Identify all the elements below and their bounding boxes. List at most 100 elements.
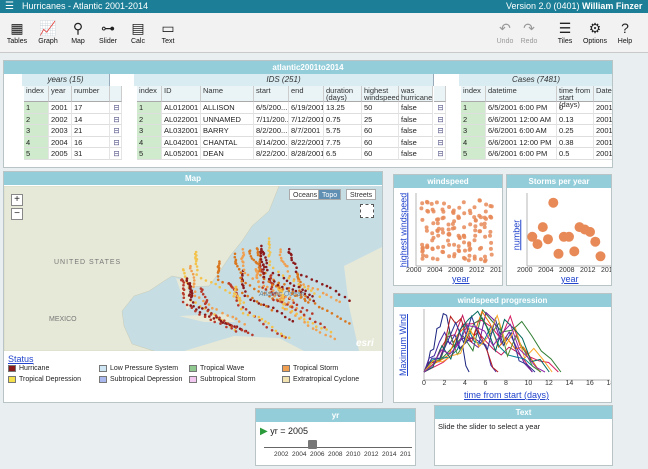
map-legend[interactable]: Status Hurricane Low Pressure System Tropi…	[4, 352, 382, 402]
windspeed-point[interactable]	[426, 209, 431, 214]
windspeed-point[interactable]	[440, 216, 445, 221]
windspeed-point[interactable]	[435, 217, 439, 222]
windspeed-point[interactable]	[436, 233, 441, 238]
cases-col-1-cell[interactable]: 6/6/2001 12:00 PM	[486, 136, 557, 148]
legend-item[interactable]: Low Pressure System	[99, 364, 178, 373]
map-panel[interactable]: Map UNITED STATES MEXICO Atlantic Ocean …	[3, 171, 383, 403]
expand-icon[interactable]: ⊟	[434, 102, 446, 114]
windspeed-point[interactable]	[450, 222, 455, 226]
windspeed-progression-graph[interactable]: windspeed progression 0 2 4 6 8 10 12 14 16 18 Ma…	[393, 293, 612, 403]
windspeed-point[interactable]	[452, 242, 457, 247]
tables-button[interactable]: ▦ Tables	[2, 13, 32, 53]
cases-col-3-cell[interactable]: 2001...	[594, 114, 612, 125]
windspeed-point[interactable]	[457, 215, 461, 220]
ids-col-5-cell[interactable]: 13.25	[324, 102, 362, 114]
storms-point[interactable]	[537, 222, 548, 233]
slider-track[interactable]	[264, 447, 412, 448]
ids-col-7-cell[interactable]: false	[399, 113, 433, 125]
windspeed-point[interactable]	[440, 207, 445, 212]
storms-title[interactable]: Storms per year	[507, 175, 611, 188]
ids-col-2-cell[interactable]: DEAN	[201, 148, 254, 160]
cases-col-1-cell[interactable]: 6/6/2001 6:00 PM	[486, 148, 557, 160]
windspeed-point[interactable]	[477, 246, 482, 251]
ids-col-3-header[interactable]: start	[254, 86, 289, 102]
storms-point[interactable]	[564, 231, 574, 242]
windspeed-point[interactable]	[468, 246, 473, 251]
ids-col-0-cell[interactable]: 4	[137, 136, 162, 148]
text-button[interactable]: ▭ Text	[153, 13, 183, 53]
windspeed-point[interactable]	[462, 225, 467, 230]
years-col-1-cell[interactable]: 2005	[49, 148, 72, 160]
windspeed-graph[interactable]: windspeed 2000 2004 2008 2012 2016 highest w…	[393, 174, 503, 286]
slider-button[interactable]: ⊶ Slider	[93, 13, 123, 53]
windspeed-point[interactable]	[430, 207, 435, 212]
ids-col-6-header[interactable]: highest windspeed	[362, 86, 400, 102]
ids-col-1-cell[interactable]: AL052001	[162, 148, 201, 160]
windspeed-point[interactable]	[421, 253, 425, 258]
year-slider[interactable]: yr ▶ yr = 2005 2002 2004 2006 2008 2010 2012 2…	[255, 408, 416, 466]
windspeed-point[interactable]	[472, 215, 477, 220]
ids-col-7-header[interactable]: was hurricane	[399, 86, 433, 102]
windspeed-point[interactable]	[447, 205, 452, 209]
windspeed-point[interactable]	[462, 211, 467, 216]
oceans-toggle[interactable]: Oceans	[289, 189, 322, 200]
legend-title[interactable]: Status	[8, 354, 34, 364]
cases-col-2-header[interactable]: time from start (days)	[557, 86, 594, 108]
windspeed-point[interactable]	[446, 227, 451, 232]
expand-icon[interactable]: ⊟	[434, 148, 446, 160]
windspeed-point[interactable]	[468, 222, 473, 227]
windspeed-title[interactable]: windspeed	[394, 175, 502, 188]
progression-plot[interactable]	[394, 307, 612, 403]
windspeed-point[interactable]	[431, 235, 436, 240]
cases-col-0-cell[interactable]: 4	[461, 136, 486, 148]
windspeed-point[interactable]	[451, 211, 456, 215]
table-title[interactable]: atlantic2001to2014	[4, 61, 612, 74]
windspeed-point[interactable]	[435, 229, 440, 233]
ids-col-2-cell[interactable]: CHANTAL	[201, 136, 254, 148]
windspeed-point[interactable]	[466, 258, 471, 263]
windspeed-point[interactable]	[467, 253, 472, 258]
tiles-button[interactable]: ☰ Tiles	[550, 13, 580, 53]
ids-col-7-cell[interactable]: false	[399, 102, 433, 114]
expand-icon[interactable]: ⊟	[434, 125, 446, 137]
expand-icon[interactable]: ⊟	[110, 136, 122, 148]
windspeed-point[interactable]	[457, 249, 462, 254]
expand-icon[interactable]: ⊟	[110, 113, 122, 125]
calc-button[interactable]: ▤ Calc	[123, 13, 153, 53]
case-table[interactable]: atlantic2001to2014 years (15) IDS (251) …	[3, 60, 613, 168]
cases-col-3-cell[interactable]: 2001...	[594, 137, 612, 148]
years-col-0-cell[interactable]: 3	[24, 125, 49, 137]
years-col-0-cell[interactable]: 2	[24, 113, 49, 125]
windspeed-point[interactable]	[452, 254, 457, 259]
progression-x-label[interactable]: time from start (days)	[464, 390, 549, 400]
map-button[interactable]: ⚲ Map	[63, 13, 93, 53]
windspeed-point[interactable]	[430, 231, 435, 236]
ids-col-6-cell[interactable]: 25	[362, 113, 399, 125]
windspeed-point[interactable]	[483, 209, 488, 214]
map-title[interactable]: Map	[4, 172, 382, 185]
years-col-2-cell[interactable]: 21	[72, 125, 110, 137]
ids-col-4-cell[interactable]: 8/28/2001	[289, 148, 324, 160]
windspeed-point[interactable]	[482, 221, 487, 226]
windspeed-point[interactable]	[478, 257, 483, 262]
years-col-1-cell[interactable]: 2002	[49, 113, 72, 125]
ids-col-1-cell[interactable]: AL022001	[162, 113, 201, 125]
years-col-1-header[interactable]: year	[49, 86, 72, 102]
ids-col-5-cell[interactable]: 5.75	[324, 125, 362, 137]
windspeed-point[interactable]	[473, 228, 478, 233]
windspeed-point[interactable]	[436, 245, 440, 250]
windspeed-point[interactable]	[478, 215, 483, 220]
ids-col-5-header[interactable]: duration (days)	[324, 86, 362, 102]
windspeed-point[interactable]	[447, 242, 452, 247]
windspeed-point[interactable]	[420, 249, 425, 254]
ids-col-6-cell[interactable]: 60	[362, 125, 399, 137]
windspeed-point[interactable]	[482, 215, 487, 220]
redo-button[interactable]: ↷ Redo	[514, 13, 544, 53]
ids-col-4-header[interactable]: end	[289, 86, 324, 102]
storms-point[interactable]	[553, 248, 564, 259]
user-name[interactable]: William Finzer	[582, 1, 642, 11]
ids-col-4-cell[interactable]: 8/7/2001	[289, 125, 324, 137]
windspeed-point[interactable]	[419, 206, 424, 211]
windspeed-point[interactable]	[447, 231, 452, 236]
slider-thumb[interactable]	[308, 440, 317, 449]
